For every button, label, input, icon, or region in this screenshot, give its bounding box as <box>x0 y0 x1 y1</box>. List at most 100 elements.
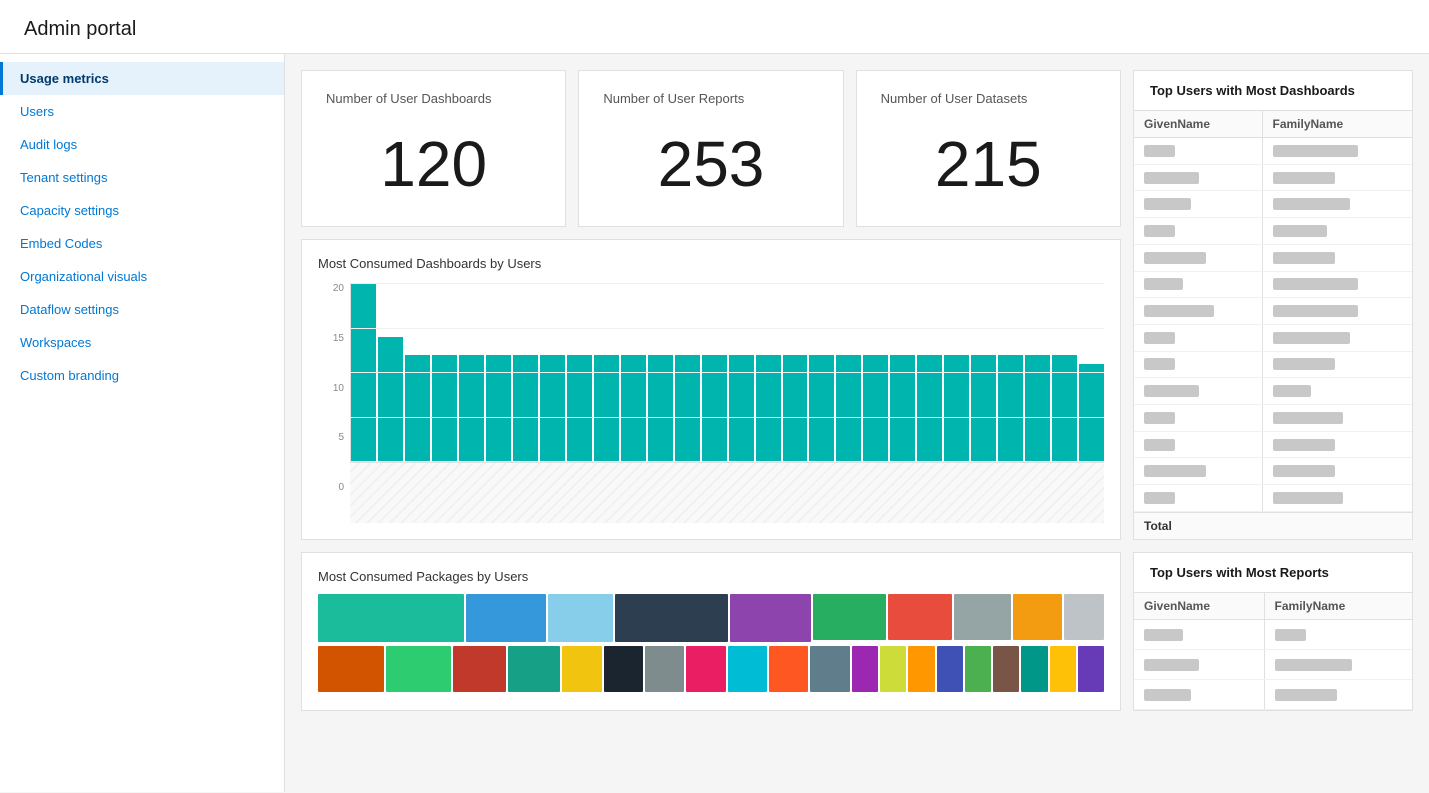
bar <box>756 355 781 462</box>
treemap <box>318 594 1104 694</box>
sidebar-item-users[interactable]: Users <box>0 95 284 128</box>
bar <box>648 355 673 462</box>
family-name-cell: ██████████ <box>1264 650 1412 680</box>
table-row: ████ ████████ <box>1134 431 1412 458</box>
family-name-cell: █████████ <box>1262 485 1412 512</box>
treemap-cell <box>562 646 601 692</box>
family-name-cell: ████ <box>1264 620 1412 650</box>
table-row: █████ ████ <box>1134 620 1412 650</box>
bar <box>702 355 727 462</box>
sidebar-item-custom-branding[interactable]: Custom branding <box>0 359 284 392</box>
top-users-dashboards-table: GivenName FamilyName ████ ███████████ ██… <box>1134 111 1412 512</box>
sidebar-item-org-visuals[interactable]: Organizational visuals <box>0 260 284 293</box>
col-family-name: FamilyName <box>1262 111 1412 138</box>
top-users-dashboards-card: Top Users with Most Dashboards GivenName… <box>1133 70 1413 540</box>
bar <box>351 283 376 462</box>
treemap-cell <box>1078 646 1104 692</box>
family-name-cell: ████████ <box>1262 164 1412 191</box>
family-name-cell: ████████ <box>1262 431 1412 458</box>
treemap-cell <box>318 594 464 642</box>
col-given-name: GivenName <box>1134 111 1262 138</box>
packages-title: Most Consumed Packages by Users <box>318 569 1104 584</box>
kpi-row: Number of User Dashboards 120 Number of … <box>301 70 1121 227</box>
table-row: ███████ █████ <box>1134 378 1412 405</box>
sidebar-item-capacity-settings[interactable]: Capacity settings <box>0 194 284 227</box>
y-label: 20 <box>333 283 344 294</box>
family-name-cell: ████████ <box>1262 244 1412 271</box>
bar <box>1025 355 1050 462</box>
table-row: ████ ████████ <box>1134 351 1412 378</box>
family-name-cell: ████████ <box>1262 458 1412 485</box>
sidebar-item-dataflow-settings[interactable]: Dataflow settings <box>0 293 284 326</box>
given-name-cell: ████ <box>1134 324 1262 351</box>
bar <box>405 355 430 462</box>
top-users-dashboards-title: Top Users with Most Dashboards <box>1134 71 1412 111</box>
kpi-dashboards-value: 120 <box>326 122 541 206</box>
bar <box>513 355 538 462</box>
treemap-cell <box>965 646 991 692</box>
table-row: ███████ ████████ <box>1134 164 1412 191</box>
given-name-cell: █████████ <box>1134 298 1262 325</box>
bar <box>809 355 834 462</box>
bar <box>675 355 700 462</box>
bar-chart-area: 20151050 <box>318 283 1104 523</box>
bars-container <box>350 283 1104 463</box>
bar <box>863 355 888 462</box>
family-name-cell: ███████ <box>1262 218 1412 245</box>
treemap-cell <box>730 594 811 642</box>
top-users-dashboards-footer: Total <box>1134 512 1412 539</box>
treemap-cell <box>645 646 684 692</box>
treemap-cell <box>880 646 906 692</box>
kpi-datasets: Number of User Datasets 215 <box>856 70 1121 227</box>
kpi-dashboards: Number of User Dashboards 120 <box>301 70 566 227</box>
sidebar-item-workspaces[interactable]: Workspaces <box>0 326 284 359</box>
sidebar-item-embed-codes[interactable]: Embed Codes <box>0 227 284 260</box>
kpi-dashboards-title: Number of User Dashboards <box>326 91 541 106</box>
kpi-datasets-title: Number of User Datasets <box>881 91 1096 106</box>
bar <box>998 355 1023 462</box>
bar <box>1052 355 1077 462</box>
grid-line <box>351 283 1104 284</box>
given-name-cell: ███████ <box>1134 650 1264 680</box>
bar <box>836 355 861 462</box>
table-row: ████ █████████ <box>1134 405 1412 432</box>
given-name-cell: ███████ <box>1134 164 1262 191</box>
treemap-cell <box>548 594 613 642</box>
table-row: ██████ ██████████ <box>1134 191 1412 218</box>
given-name-cell: ████ <box>1134 485 1262 512</box>
top-users-reports-title: Top Users with Most Reports <box>1134 553 1412 593</box>
treemap-cell <box>852 646 878 692</box>
treemap-cell <box>728 646 767 692</box>
treemap-cell <box>1050 646 1076 692</box>
bar-chart-card: Most Consumed Dashboards by Users 201510… <box>301 239 1121 540</box>
kpi-reports: Number of User Reports 253 <box>578 70 843 227</box>
packages-card: Most Consumed Packages by Users <box>301 552 1121 711</box>
bar <box>459 355 484 462</box>
bar <box>567 355 592 462</box>
sidebar-item-tenant-settings[interactable]: Tenant settings <box>0 161 284 194</box>
family-name-cell: █████ <box>1262 378 1412 405</box>
family-name-cell: █████████ <box>1262 405 1412 432</box>
sidebar-item-audit-logs[interactable]: Audit logs <box>0 128 284 161</box>
sidebar: Usage metricsUsersAudit logsTenant setti… <box>0 54 285 792</box>
given-name-cell: ████ <box>1134 431 1262 458</box>
treemap-cell <box>888 594 953 640</box>
family-name-cell: ███████████ <box>1262 138 1412 165</box>
treemap-cell <box>386 646 452 692</box>
given-name-cell: █████ <box>1134 271 1262 298</box>
y-label: 0 <box>338 482 344 493</box>
bar <box>971 355 996 462</box>
y-label: 5 <box>338 432 344 443</box>
sidebar-item-usage-metrics[interactable]: Usage metrics <box>0 62 284 95</box>
bar <box>621 355 646 462</box>
given-name-cell: ██████ <box>1134 191 1262 218</box>
bar <box>540 355 565 462</box>
bar <box>944 355 969 462</box>
table-row: █████████ ███████████ <box>1134 298 1412 325</box>
bar-chart-title: Most Consumed Dashboards by Users <box>318 256 1104 271</box>
bar <box>890 355 915 462</box>
bar <box>378 337 403 462</box>
table-row: ████ ███████████ <box>1134 138 1412 165</box>
treemap-cell <box>1013 594 1062 640</box>
table-row: ████████ ████████ <box>1134 244 1412 271</box>
